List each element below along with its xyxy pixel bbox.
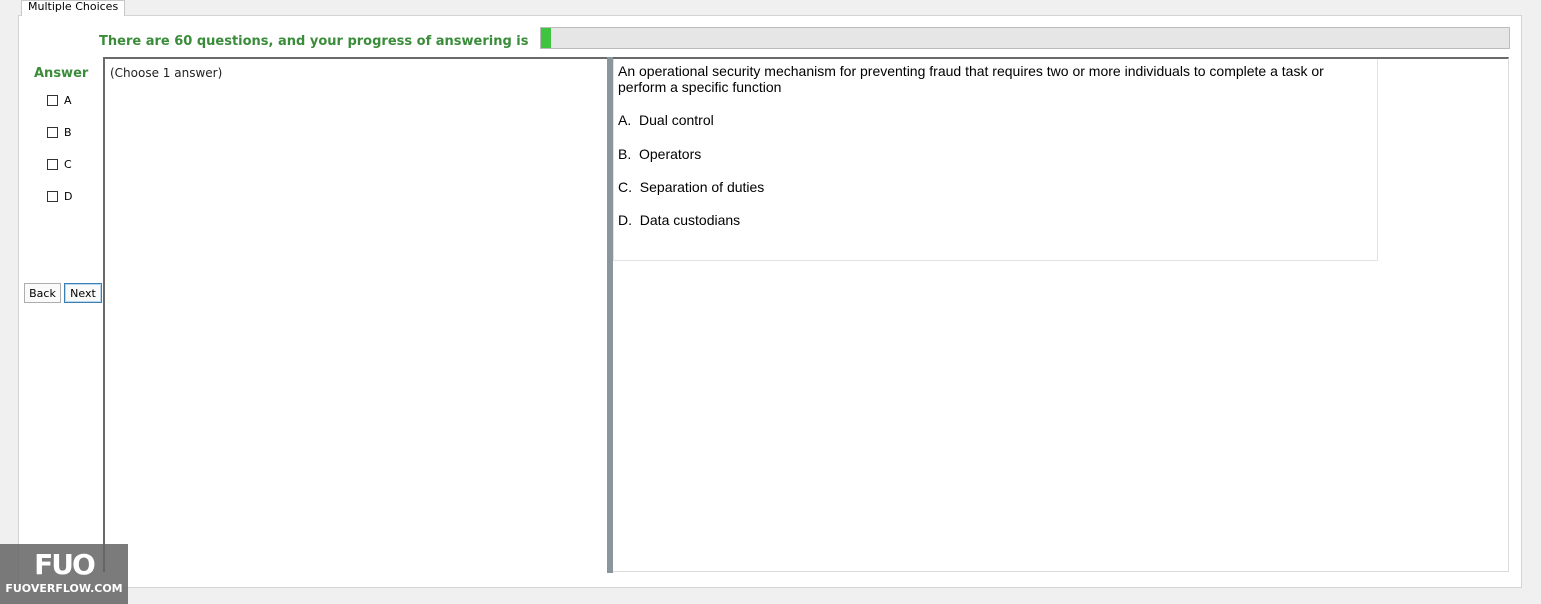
option-b[interactable]: B	[47, 125, 72, 139]
watermark-logo: FUO FUOVERFLOW.COM	[0, 544, 128, 604]
option-c-label: C	[64, 157, 72, 171]
checkbox-c[interactable]	[47, 158, 58, 170]
option-d-label: D	[64, 189, 73, 203]
answer-notes-pane[interactable]: (Choose 1 answer)	[103, 57, 608, 572]
option-c[interactable]: C	[47, 157, 72, 171]
choose-instruction: (Choose 1 answer)	[110, 66, 223, 80]
checkbox-d[interactable]	[47, 190, 58, 202]
checkbox-b[interactable]	[47, 126, 58, 138]
choice-b: B. Operators	[618, 146, 702, 162]
option-a-label: A	[64, 93, 72, 107]
answer-title: Answer	[34, 66, 89, 81]
checkbox-a[interactable]	[47, 94, 58, 106]
back-button[interactable]: Back	[24, 283, 61, 303]
choice-c: C. Separation of duties	[618, 179, 765, 195]
choice-a: A. Dual control	[618, 112, 714, 128]
choice-d: D. Data custodians	[618, 212, 741, 228]
option-d[interactable]: D	[47, 189, 72, 203]
option-a[interactable]: A	[47, 93, 72, 107]
question-pane[interactable]: An operational security mechanism for pr…	[613, 57, 1509, 572]
next-button[interactable]: Next	[64, 283, 102, 303]
question-box: An operational security mechanism for pr…	[613, 59, 1378, 261]
progress-bar	[540, 27, 1510, 49]
question-text: An operational security mechanism for pr…	[618, 63, 1324, 95]
watermark-text: FUOVERFLOW.COM	[5, 582, 123, 595]
progress-label: There are 60 questions, and your progres…	[99, 34, 529, 49]
tab-multiple-choices[interactable]: Multiple Choices	[21, 0, 126, 16]
progress-fill	[541, 28, 551, 48]
option-b-label: B	[64, 125, 72, 139]
watermark-logo-mark: FUO	[34, 548, 96, 581]
